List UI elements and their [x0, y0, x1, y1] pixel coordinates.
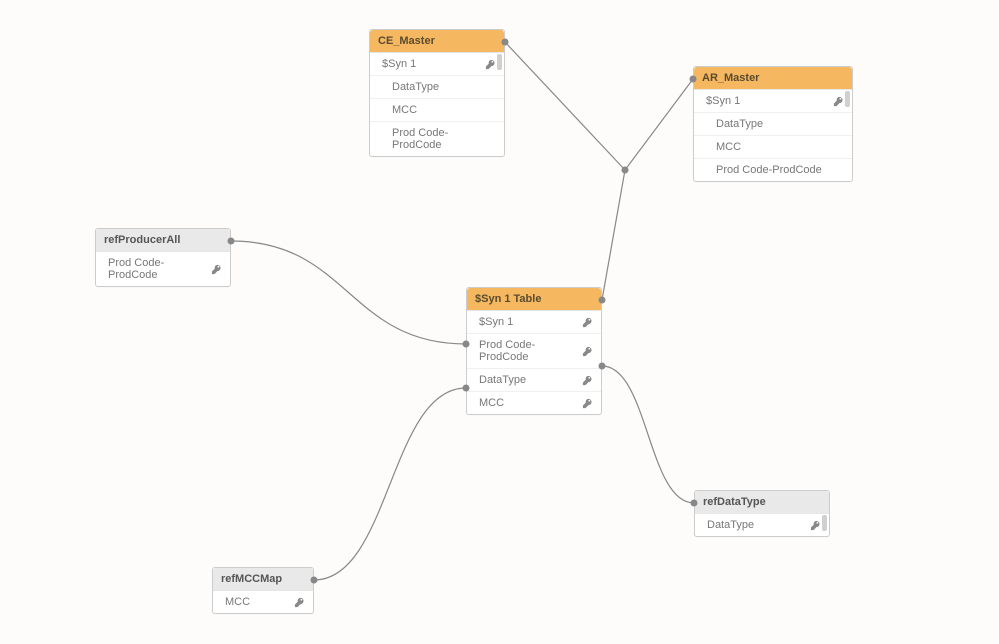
- field-row[interactable]: Prod Code-ProdCode: [96, 252, 230, 286]
- field-label: Prod Code-ProdCode: [108, 257, 207, 281]
- field-label: MCC: [392, 104, 496, 116]
- field-row[interactable]: MCC: [213, 591, 313, 613]
- key-icon: [810, 520, 821, 531]
- field-row[interactable]: Prod Code-ProdCode: [694, 159, 852, 181]
- field-row[interactable]: $Syn 1: [370, 53, 504, 76]
- field-row[interactable]: DataType: [695, 514, 829, 536]
- table-header[interactable]: $Syn 1 Table: [467, 288, 601, 311]
- table-ref-mcc-map[interactable]: refMCCMap MCC: [212, 567, 314, 614]
- field-label: DataType: [707, 519, 806, 531]
- table-syn1-table[interactable]: $Syn 1 Table $Syn 1 Prod Code-ProdCode Data…: [466, 287, 602, 415]
- table-ref-producer-all[interactable]: refProducerAll Prod Code-ProdCode: [95, 228, 231, 287]
- scroll-handle[interactable]: [822, 515, 827, 531]
- field-label: DataType: [392, 81, 496, 93]
- field-label: $Syn 1: [706, 95, 829, 107]
- table-ar-master[interactable]: AR_Master $Syn 1 DataType MCC Prod Code-Prod…: [693, 66, 853, 182]
- connection-endpoint-icon: [463, 385, 470, 392]
- table-header[interactable]: refDataType: [695, 491, 829, 514]
- field-label: Prod Code-ProdCode: [479, 339, 578, 363]
- connection-endpoint-icon: [622, 167, 629, 174]
- field-row[interactable]: MCC: [694, 136, 852, 159]
- key-icon: [485, 59, 496, 70]
- field-list: Prod Code-ProdCode: [96, 252, 230, 286]
- field-list: DataType: [695, 514, 829, 536]
- table-title: AR_Master: [702, 72, 759, 84]
- field-row[interactable]: MCC: [370, 99, 504, 122]
- field-label: Prod Code-ProdCode: [716, 164, 844, 176]
- field-label: MCC: [225, 596, 290, 608]
- connection-endpoint-icon: [311, 577, 318, 584]
- key-icon: [294, 597, 305, 608]
- connection-line: [231, 241, 466, 344]
- key-icon: [582, 398, 593, 409]
- field-label: Prod Code-ProdCode: [392, 127, 496, 151]
- field-label: $Syn 1: [479, 316, 578, 328]
- field-label: DataType: [716, 118, 844, 130]
- key-icon: [211, 264, 222, 275]
- connection-endpoint-icon: [502, 39, 509, 46]
- field-row[interactable]: $Syn 1: [694, 90, 852, 113]
- table-title: refMCCMap: [221, 573, 282, 585]
- field-row[interactable]: DataType: [370, 76, 504, 99]
- connection-line: [505, 42, 693, 170]
- field-label: $Syn 1: [382, 58, 481, 70]
- table-ce-master[interactable]: CE_Master $Syn 1 DataType MCC Prod Code-Prod…: [369, 29, 505, 157]
- scroll-handle[interactable]: [497, 54, 502, 70]
- connection-endpoint-icon: [691, 500, 698, 507]
- field-label: MCC: [479, 397, 578, 409]
- field-row[interactable]: Prod Code-ProdCode: [370, 122, 504, 156]
- key-icon: [833, 96, 844, 107]
- field-list: $Syn 1 DataType MCC Prod Code-ProdCode: [694, 90, 852, 181]
- table-title: $Syn 1 Table: [475, 293, 541, 305]
- field-row[interactable]: $Syn 1: [467, 311, 601, 334]
- connection-line: [602, 170, 625, 300]
- table-header[interactable]: AR_Master: [694, 67, 852, 90]
- field-row[interactable]: DataType: [694, 113, 852, 136]
- connection-endpoint-icon: [599, 363, 606, 370]
- connection-line: [314, 388, 466, 580]
- field-label: MCC: [716, 141, 844, 153]
- field-list: $Syn 1 Prod Code-ProdCode DataType MCC: [467, 311, 601, 414]
- table-header[interactable]: refProducerAll: [96, 229, 230, 252]
- connection-endpoint-icon: [228, 238, 235, 245]
- field-label: DataType: [479, 374, 578, 386]
- key-icon: [582, 375, 593, 386]
- field-row[interactable]: Prod Code-ProdCode: [467, 334, 601, 369]
- table-title: CE_Master: [378, 35, 435, 47]
- key-icon: [582, 346, 593, 357]
- field-list: MCC: [213, 591, 313, 613]
- table-title: refDataType: [703, 496, 766, 508]
- scroll-handle[interactable]: [845, 91, 850, 107]
- connection-line: [602, 366, 694, 503]
- field-list: $Syn 1 DataType MCC Prod Code-ProdCode: [370, 53, 504, 156]
- connection-endpoint-icon: [599, 297, 606, 304]
- connection-endpoint-icon: [690, 76, 697, 83]
- field-row[interactable]: DataType: [467, 369, 601, 392]
- table-header[interactable]: CE_Master: [370, 30, 504, 53]
- connection-endpoint-icon: [463, 341, 470, 348]
- table-ref-data-type[interactable]: refDataType DataType: [694, 490, 830, 537]
- table-header[interactable]: refMCCMap: [213, 568, 313, 591]
- key-icon: [582, 317, 593, 328]
- field-row[interactable]: MCC: [467, 392, 601, 414]
- table-title: refProducerAll: [104, 234, 180, 246]
